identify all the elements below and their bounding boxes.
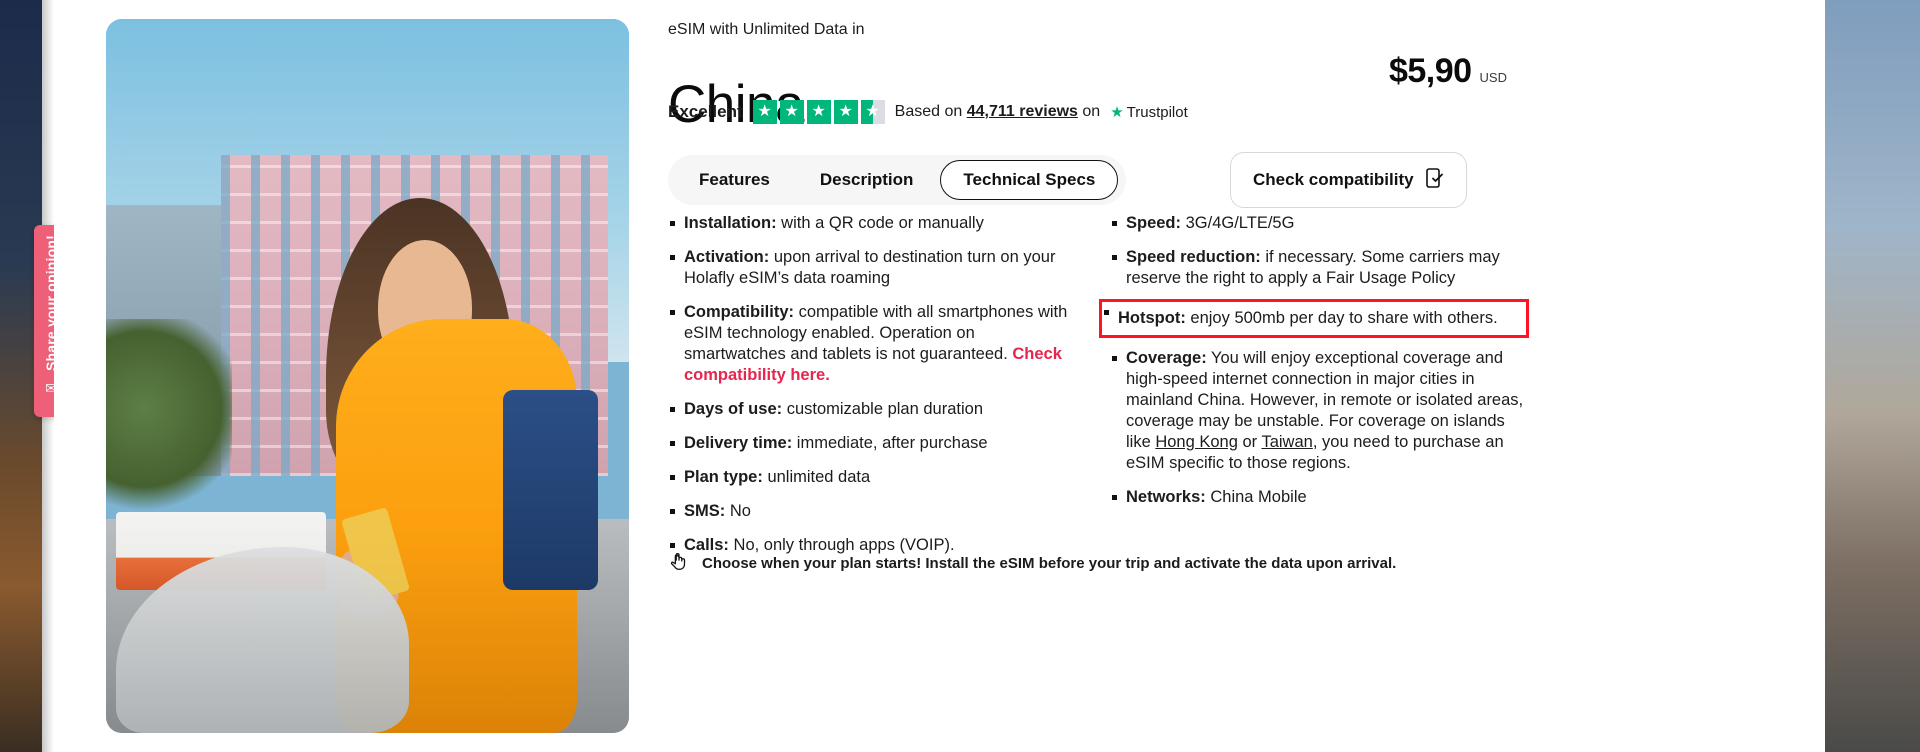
check-compatibility-button[interactable]: Check compatibility <box>1230 152 1467 208</box>
on-label: on <box>1082 103 1101 120</box>
hand-tap-icon <box>668 550 690 576</box>
tab-technical-specs[interactable]: Technical Specs <box>940 160 1119 200</box>
spec-key: Networks: <box>1126 488 1206 506</box>
spec-value: immediate, after purchase <box>792 434 988 452</box>
price-block: $5,90 USD <box>1389 52 1507 91</box>
spec-value-mid: or <box>1237 433 1262 451</box>
page-background-right <box>1825 0 1920 752</box>
plan-start-note: Choose when your plan starts! Install th… <box>668 550 1396 576</box>
trustpilot-label: Trustpilot <box>1126 103 1188 121</box>
spec-key: Installation: <box>684 214 777 232</box>
spec-item-networks: Networks: China Mobile <box>1110 487 1530 508</box>
spec-key: Speed reduction: <box>1126 248 1261 266</box>
trustpilot-brand[interactable]: ★ Trustpilot <box>1110 103 1188 122</box>
spec-item-speed-reduction: Speed reduction: if necessary. Some carr… <box>1110 247 1530 289</box>
spec-item-hotspot-highlighted: Hotspot: enjoy 500mb per day to share wi… <box>1099 299 1529 338</box>
spec-key: Delivery time: <box>684 434 793 452</box>
spec-value: No <box>725 502 751 520</box>
star-half-icon: ★ <box>860 100 885 124</box>
spec-item-days-of-use: Days of use: customizable plan duration <box>668 399 1078 420</box>
spec-key: Hotspot: <box>1118 309 1186 327</box>
spec-item-installation: Installation: with a QR code or manually <box>668 213 1078 234</box>
product-page: eSIM with Unlimited Data in China $5,90 … <box>54 0 1825 752</box>
spec-key: Days of use: <box>684 400 783 418</box>
star-icon: ★ <box>779 100 804 124</box>
spec-key: Speed: <box>1126 214 1182 232</box>
hong-kong-link[interactable]: Hong Kong <box>1155 433 1238 451</box>
tab-features[interactable]: Features <box>676 160 793 200</box>
spec-value: unlimited data <box>762 468 871 486</box>
spec-item-compatibility: Compatibility: compatible with all smart… <box>668 302 1078 386</box>
specs-column-right: Speed: 3G/4G/LTE/5G Speed reduction: if … <box>1099 213 1530 569</box>
price-value: $5,90 <box>1388 52 1472 90</box>
rating-label: Excellent <box>668 102 743 121</box>
tab-description[interactable]: Description <box>797 160 937 200</box>
product-hero-image <box>106 19 629 733</box>
reviews-count-link[interactable]: 44,711 reviews <box>967 103 1078 120</box>
trustpilot-star-icon: ★ <box>1110 104 1124 121</box>
taiwan-link[interactable]: Taiwan <box>1261 433 1312 451</box>
spec-key: SMS: <box>684 502 726 520</box>
spec-item-activation: Activation: upon arrival to destination … <box>668 247 1078 289</box>
spec-value: customizable plan duration <box>782 400 983 418</box>
specs-list-right: Speed: 3G/4G/LTE/5G Speed reduction: if … <box>1099 213 1530 508</box>
specs-list-left: Installation: with a QR code or manually… <box>668 213 1078 556</box>
spec-key: Coverage: <box>1126 349 1207 367</box>
hero-overlay <box>106 19 629 733</box>
star-icon: ★ <box>833 100 858 124</box>
star-icon: ★ <box>752 100 777 124</box>
spec-key: Plan type: <box>684 468 763 486</box>
spec-item-delivery-time: Delivery time: immediate, after purchase <box>668 433 1078 454</box>
spec-value: enjoy 500mb per day to share with others… <box>1185 309 1498 327</box>
specs-column-left: Installation: with a QR code or manually… <box>668 213 1078 569</box>
trustpilot-rating: Excellent ★ ★ ★ ★ ★ Based on 44,711 revi… <box>668 100 1188 124</box>
reviews-text: Based on 44,711 reviews on <box>895 103 1101 121</box>
price-currency: USD <box>1479 70 1507 85</box>
spec-item-plan-type: Plan type: unlimited data <box>668 467 1078 488</box>
spec-value: with a QR code or manually <box>776 214 984 232</box>
spec-value: 3G/4G/LTE/5G <box>1181 214 1295 232</box>
product-eyebrow: eSIM with Unlimited Data in <box>668 21 865 38</box>
product-tabbar: Features Description Technical Specs <box>668 155 1127 205</box>
check-compatibility-label: Check compatibility <box>1253 170 1414 189</box>
technical-specs-panel: Installation: with a QR code or manually… <box>668 213 1818 569</box>
plan-start-note-text: Choose when your plan starts! Install th… <box>702 554 1397 572</box>
spec-item-speed: Speed: 3G/4G/LTE/5G <box>1110 213 1530 234</box>
spec-value: China Mobile <box>1205 488 1307 506</box>
spec-key: Compatibility: <box>684 303 794 321</box>
spec-key: Activation: <box>684 248 770 266</box>
based-on-label: Based on <box>894 103 963 120</box>
spec-item-sms: SMS: No <box>668 501 1078 522</box>
device-check-icon <box>1425 167 1444 193</box>
spec-item-coverage: Coverage: You will enjoy exceptional cov… <box>1110 348 1530 474</box>
rating-stars: ★ ★ ★ ★ ★ <box>752 100 885 124</box>
star-icon: ★ <box>806 100 831 124</box>
